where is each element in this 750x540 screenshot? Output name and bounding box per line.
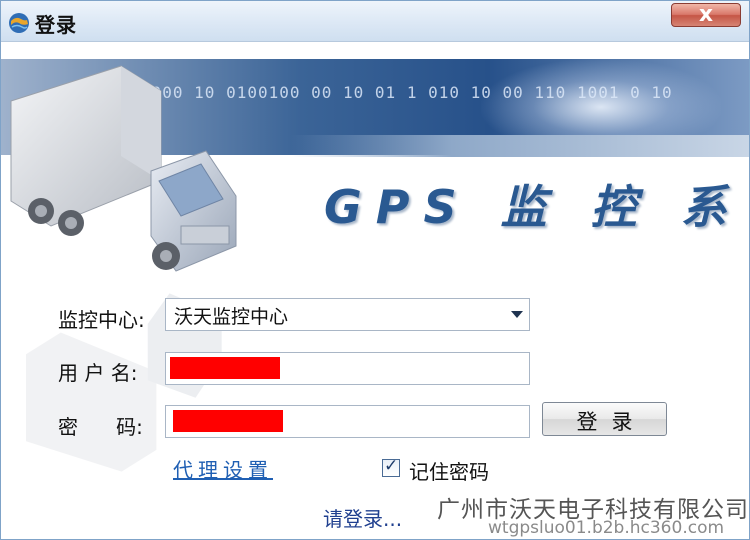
proxy-settings-link[interactable]: 代理设置 — [173, 454, 273, 483]
username-redaction — [170, 357, 280, 379]
remember-password-checkbox[interactable]: ✓ — [382, 456, 400, 477]
center-select-value: 沃天监控中心 — [174, 306, 289, 328]
username-input[interactable] — [165, 352, 530, 385]
chevron-down-icon[interactable] — [511, 311, 523, 318]
product-brand: GPS 监 控 系 统 — [324, 180, 749, 234]
truck-illustration — [10, 65, 237, 272]
banner-underline — [291, 135, 749, 157]
close-icon: x — [698, 2, 714, 27]
globe-icon — [9, 13, 29, 33]
password-redaction — [173, 410, 283, 432]
center-select[interactable]: 沃天监控中心 — [165, 298, 530, 331]
login-button[interactable]: 登录 — [542, 402, 667, 436]
center-label: 监控中心: — [58, 308, 145, 332]
close-button[interactable]: x — [671, 2, 741, 27]
window-title: 登录 — [35, 13, 77, 37]
title-bar[interactable]: 登录 x — [1, 1, 749, 42]
username-label: 用 户 名: — [58, 361, 138, 385]
url-watermark: wtgpsluo01.b2b.hc360.com — [488, 518, 725, 538]
password-label: 密 码: — [58, 415, 143, 439]
password-input[interactable] — [165, 405, 530, 438]
check-icon: ✓ — [384, 456, 399, 476]
login-button-label: 登录 — [576, 410, 647, 434]
status-text: 请登录... — [323, 507, 403, 531]
login-window: 登录 x 0000 10 0100100 00 10 01 1 010 10 0… — [0, 0, 750, 540]
remember-password-label[interactable]: 记住密码 — [409, 456, 489, 485]
